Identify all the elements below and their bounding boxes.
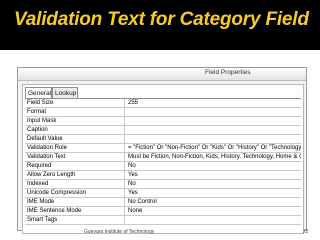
property-value[interactable]: No Control <box>126 198 301 206</box>
property-row-validation-text[interactable]: Validation Text Must be Fiction, Non-Fict… <box>25 153 301 162</box>
page-number: 22 <box>303 229 309 235</box>
property-label: Field Size <box>25 99 125 107</box>
property-row-indexed[interactable]: Indexed No <box>25 180 301 189</box>
property-label: IME Sentence Mode <box>25 207 125 215</box>
property-label: Required <box>25 162 125 170</box>
tab-lookup[interactable]: Lookup <box>52 87 78 98</box>
property-value[interactable] <box>126 117 301 125</box>
property-label: Allow Zero Length <box>25 171 125 179</box>
property-value[interactable]: 255 <box>126 99 301 107</box>
property-value[interactable] <box>126 135 301 143</box>
property-row-input-mask[interactable]: Input Mask <box>25 117 301 126</box>
property-value[interactable]: = "Fiction" Or "Non-Fiction" Or "Kids" O… <box>126 144 301 152</box>
properties-container: General Lookup Field Size 255 Format Inpu… <box>22 84 304 234</box>
panel-title: Field Properties <box>205 69 251 76</box>
property-label: Format <box>25 108 125 116</box>
property-row-ime-sentence-mode[interactable]: IME Sentence Mode None <box>25 207 301 216</box>
property-label: Unicode Compression <box>25 189 125 197</box>
property-label: Smart Tags <box>25 216 125 224</box>
property-row-caption[interactable]: Caption <box>25 126 301 135</box>
property-value[interactable]: No <box>126 162 301 170</box>
property-row-default-value[interactable]: Default Value <box>25 135 301 144</box>
property-row-validation-rule[interactable]: Validation Rule = "Fiction" Or "Non-Ficti… <box>25 144 301 153</box>
tab-general[interactable]: General <box>25 87 52 98</box>
property-value[interactable] <box>126 108 301 116</box>
property-label: Validation Text <box>25 153 125 161</box>
property-row-unicode-compression[interactable]: Unicode Compression Yes <box>25 189 301 198</box>
property-row-smart-tags[interactable]: Smart Tags <box>25 216 301 225</box>
property-row-format[interactable]: Format <box>25 108 301 117</box>
property-value[interactable]: No <box>126 180 301 188</box>
property-grid: Field Size 255 Format Input Mask Caption … <box>25 98 301 225</box>
property-value[interactable]: None <box>126 207 301 215</box>
slide-footer: Guevara Institute of Technology <box>84 229 155 235</box>
property-row-ime-mode[interactable]: IME Mode No Control <box>25 198 301 207</box>
panel-header: Field Properties <box>18 68 306 81</box>
slide-title-bar: Validation Text for Category Field <box>0 0 320 50</box>
property-label: IME Mode <box>25 198 125 206</box>
property-label: Validation Rule <box>25 144 125 152</box>
field-properties-panel: Field Properties General Lookup Field Si… <box>17 67 307 234</box>
property-label: Indexed <box>25 180 125 188</box>
property-row-field-size[interactable]: Field Size 255 <box>25 99 301 108</box>
property-row-allow-zero-length[interactable]: Allow Zero Length Yes <box>25 171 301 180</box>
property-value[interactable] <box>126 216 301 224</box>
property-value[interactable]: Must be Fiction, Non-Fiction, Kids, Hist… <box>126 153 301 161</box>
property-value[interactable] <box>126 126 301 134</box>
property-label: Caption <box>25 126 125 134</box>
property-label: Input Mask <box>25 117 125 125</box>
property-value[interactable]: Yes <box>126 171 301 179</box>
property-row-required[interactable]: Required No <box>25 162 301 171</box>
slide-title: Validation Text for Category Field <box>14 9 309 30</box>
property-value[interactable]: Yes <box>126 189 301 197</box>
property-label: Default Value <box>25 135 125 143</box>
